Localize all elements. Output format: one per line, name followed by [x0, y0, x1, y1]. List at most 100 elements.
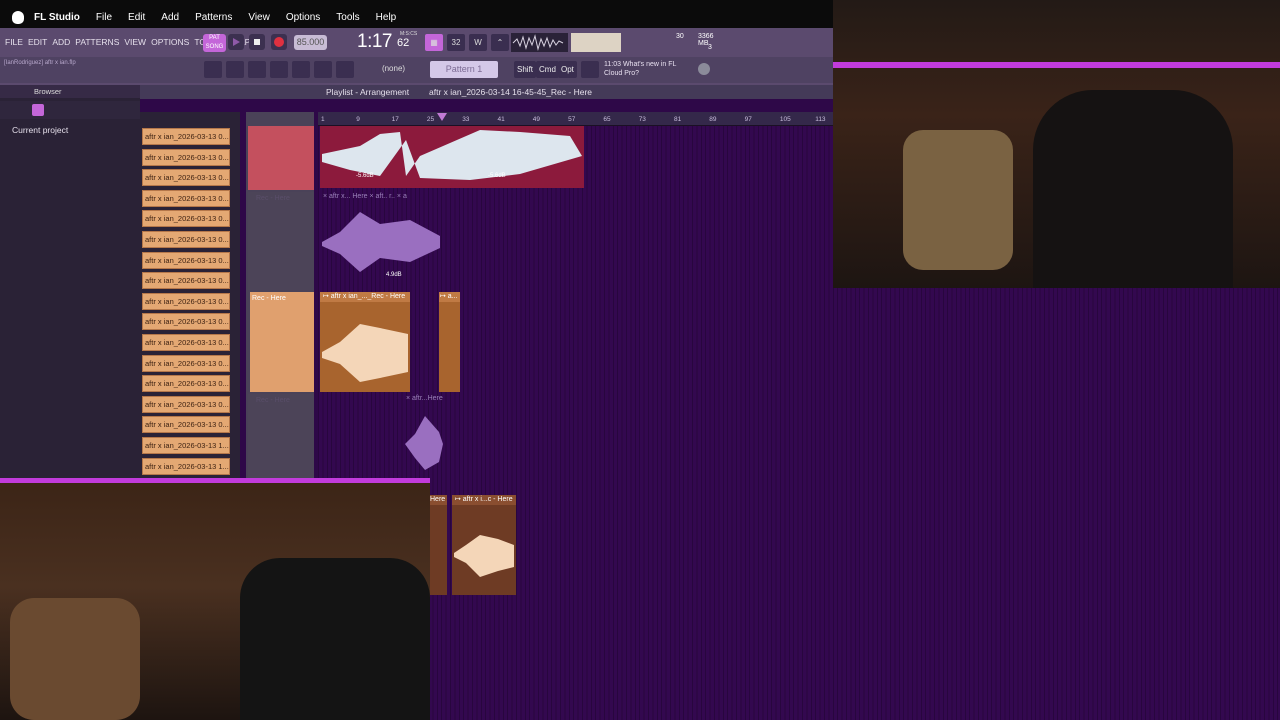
metronome-icon[interactable]: ⌃ [491, 34, 509, 51]
pattern-item[interactable]: aftr x ian_2026-03-13 0... [142, 292, 230, 310]
mixer-icon[interactable] [292, 61, 310, 78]
fl-menu-file[interactable]: FILE [5, 37, 23, 47]
stop-button[interactable] [249, 34, 265, 50]
mac-menu-add[interactable]: Add [161, 12, 179, 23]
audio-clip[interactable]: -5.6dB -5.6dB [320, 126, 584, 188]
mac-menu-tools[interactable]: Tools [336, 12, 359, 23]
browser-filter-icon[interactable] [32, 104, 44, 116]
pattern-item[interactable]: aftr x ian_2026-03-13 0... [142, 251, 230, 269]
cpu-value: 30 [676, 33, 684, 40]
pattern-item[interactable]: aftr x ian_2026-03-13 0... [142, 231, 230, 248]
pattern-item[interactable]: aftr x ian_2026-03-13 0... [142, 334, 230, 351]
ruler-tick-label: 97 [744, 116, 752, 123]
track-header-3[interactable]: Rec - Here [250, 292, 314, 392]
webcam-overlay-top [833, 0, 1280, 288]
fl-menu-patterns[interactable]: PATTERNS [75, 37, 119, 47]
pattern-item[interactable]: aftr x ian_2026-03-13 0... [142, 313, 230, 331]
ruler-tick-label: 73 [638, 116, 646, 123]
project-info: [IanRodriguez] aftr x ian.flp [4, 60, 76, 66]
browser-header[interactable]: Browser [0, 85, 140, 98]
step-edit-icon[interactable]: 32 [447, 34, 465, 51]
playhead-marker[interactable] [437, 113, 447, 121]
audio-clip[interactable]: ↦ a... [439, 292, 460, 392]
channel-rack-icon[interactable] [270, 61, 288, 78]
audio-clip[interactable]: × aftr...Here [403, 394, 445, 478]
mic-icon[interactable] [336, 61, 354, 78]
news-panel[interactable]: 11:03 What's new in FL Cloud Pro? [604, 60, 676, 78]
person [1033, 90, 1233, 288]
clip-waveform [405, 416, 443, 470]
browser-current-project[interactable]: Current project [12, 125, 68, 135]
piano-roll-icon[interactable] [248, 61, 266, 78]
fl-menu-edit[interactable]: EDIT [28, 37, 47, 47]
fl-menu-options[interactable]: OPTIONS [151, 37, 189, 47]
fl-menu-view[interactable]: VIEW [124, 37, 146, 47]
cpu-meter [571, 33, 621, 52]
master-oscilloscope [511, 33, 568, 52]
neon-light [833, 62, 1280, 68]
time-centiseconds: 62 [397, 37, 410, 49]
app-name[interactable]: FL Studio [34, 12, 80, 23]
track-label: Rec - Here [256, 195, 290, 202]
clip-title: ↦ a... [439, 292, 460, 302]
pat-song-toggle[interactable]: PAT SONG [203, 34, 226, 52]
track-header-4[interactable]: Rec - Here [248, 394, 314, 480]
pattern-item[interactable]: aftr x ian_2026-03-13 0... [142, 128, 230, 145]
ruler-tick-label: 25 [426, 116, 435, 123]
clip-waveform [322, 324, 408, 382]
track-header-2[interactable]: Rec - Here [248, 192, 314, 290]
track-label: Rec - Here [256, 397, 290, 404]
play-icon [233, 38, 240, 46]
tempo-display[interactable]: 85.000 [294, 35, 327, 50]
pattern-item[interactable]: aftr x ian_2026-03-13 0... [142, 375, 230, 393]
cmd-button[interactable]: Cmd [536, 61, 559, 78]
audio-clip[interactable]: Here [430, 495, 447, 595]
mac-menu-view[interactable]: View [248, 12, 270, 23]
mac-menu-edit[interactable]: Edit [128, 12, 145, 23]
play-button[interactable] [228, 34, 244, 50]
typing-keyboard-icon[interactable]: ▦ [425, 34, 443, 51]
mac-menu-help[interactable]: Help [376, 12, 397, 23]
pattern-item[interactable]: aftr x ian_2026-03-13 0... [142, 169, 230, 187]
webcam-overlay-bottom [0, 478, 430, 720]
pattern-selector[interactable]: (none) [371, 61, 416, 77]
opt-button[interactable]: Opt [558, 61, 577, 78]
apple-icon[interactable] [12, 10, 24, 24]
neon-light [0, 478, 430, 483]
mac-menu-file[interactable]: File [96, 12, 112, 23]
snap-icon[interactable] [204, 61, 222, 78]
resource-metrics: 30 3366 MB 3 [626, 31, 726, 55]
mac-menu-options[interactable]: Options [286, 12, 320, 23]
globe-icon[interactable] [698, 63, 710, 75]
audio-clip[interactable]: × aftr x... Here × aft.. r.. × a 4.9dB [320, 192, 445, 286]
pattern-item[interactable]: aftr x ian_2026-03-13 0... [142, 210, 230, 228]
ruler-tick-label: 9 [356, 116, 360, 123]
pattern-item[interactable]: aftr x ian_2026-03-13 0... [142, 272, 230, 290]
plugin-icon[interactable] [314, 61, 332, 78]
wait-input-icon[interactable]: W [469, 34, 487, 51]
pattern-item[interactable]: aftr x ian_2026-03-13 0... [142, 395, 230, 413]
ruler-tick-label: 49 [532, 116, 541, 123]
clip-gain-label: -5.6dB [356, 173, 374, 179]
clip-title: ↦ aftr x i...c - Here [452, 495, 516, 505]
pattern-item[interactable]: aftr x ian_2026-03-13 1... [142, 437, 230, 454]
shift-button[interactable]: Shift [514, 61, 537, 78]
audio-clip[interactable]: ↦ aftr x i...c - Here [452, 495, 516, 595]
pattern-item[interactable]: aftr x ian_2026-03-13 0... [142, 354, 230, 372]
pattern-item[interactable]: aftr x ian_2026-03-13 0... [142, 416, 230, 434]
pattern-item[interactable]: aftr x ian_2026-03-13 0... [142, 189, 230, 207]
pattern-item[interactable]: aftr x ian_2026-03-13 1... [142, 457, 230, 475]
playlist-icon[interactable] [226, 61, 244, 78]
news-icon[interactable] [581, 61, 599, 78]
track-header-1[interactable] [248, 126, 314, 190]
playlist-header: Playlist - Arrangement aftr x ian_2026-0… [140, 85, 833, 99]
audio-clip[interactable]: ↦ aftr x ian_..._Rec - Here [320, 292, 410, 392]
pattern-item[interactable]: aftr x ian_2026-03-13 0... [142, 148, 230, 166]
fl-menu-add[interactable]: ADD [52, 37, 70, 47]
mac-menu-patterns[interactable]: Patterns [195, 12, 232, 23]
clip-title: ↦ aftr x ian_..._Rec - Here [320, 292, 410, 302]
clip-waveform [454, 535, 514, 577]
record-button[interactable] [271, 34, 287, 50]
polyphony-value: 3 [708, 44, 712, 51]
pattern-name[interactable]: Pattern 1 [430, 61, 498, 78]
